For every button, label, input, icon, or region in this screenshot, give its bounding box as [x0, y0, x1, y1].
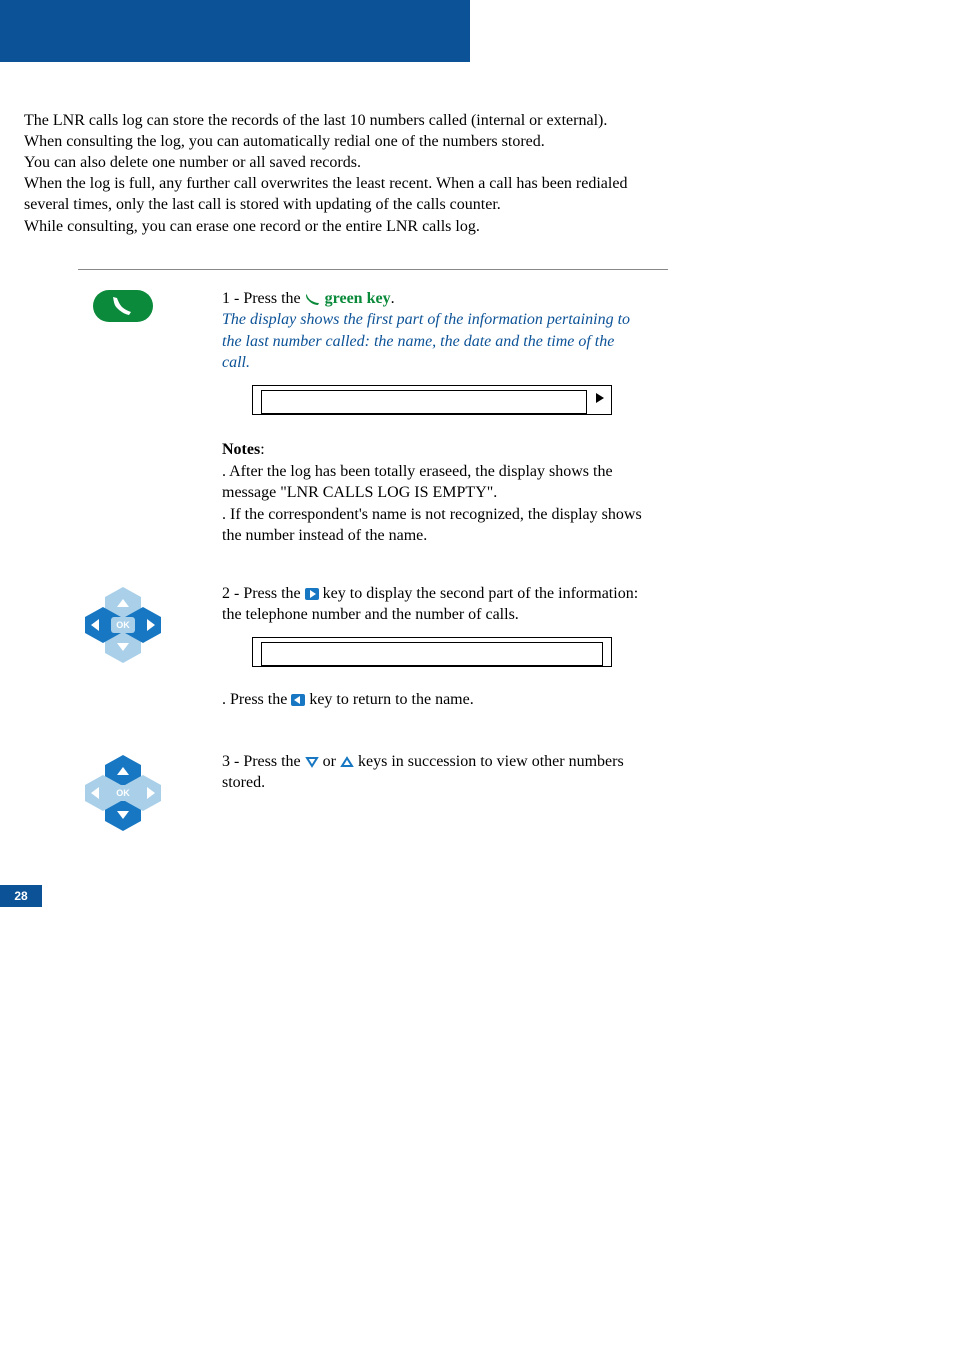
step1-instruction: 1 - Press the green key. — [222, 288, 642, 309]
lcd-display-inner — [261, 642, 603, 666]
step2-instruction: 2 - Press the key to display the second … — [222, 583, 642, 626]
phone-handset-icon — [305, 293, 321, 305]
navigator-pad-icon: OK — [83, 753, 163, 833]
step1-description: The display shows the first part of the … — [222, 309, 642, 373]
green-phone-key-icon — [93, 290, 153, 322]
page-number-badge: 28 — [0, 885, 42, 907]
lcd-display-inner — [261, 390, 587, 414]
intro-line: When the log is full, any further call o… — [24, 173, 664, 215]
intro-line: You can also delete one number or all sa… — [24, 152, 664, 173]
nav-right-arrow-icon — [305, 588, 319, 600]
nav-down-arrow-icon — [305, 756, 319, 768]
page-header-bar — [0, 0, 470, 62]
notes-heading: Notes: — [222, 439, 642, 460]
lcd-display-frame — [252, 637, 612, 667]
navigator-pad-icon: OK — [83, 585, 163, 665]
nav-ok-label: OK — [116, 620, 130, 630]
notes-line: . If the correspondent's name is not rec… — [222, 504, 642, 547]
intro-line: When consulting the log, you can automat… — [24, 131, 664, 152]
svg-text:OK: OK — [116, 788, 130, 798]
intro-line: The LNR calls log can store the records … — [24, 110, 664, 131]
notes-line: . After the log has been totally eraseed… — [222, 461, 642, 504]
section-separator — [78, 269, 668, 270]
right-arrow-icon — [595, 392, 605, 404]
intro-line: While consulting, you can erase one reco… — [24, 216, 664, 237]
lcd-display-frame — [252, 385, 612, 415]
nav-left-arrow-icon — [291, 694, 305, 706]
nav-up-arrow-icon — [340, 756, 354, 768]
step2-return-line: . Press the key to return to the name. — [222, 689, 642, 710]
step3-instruction: 3 - Press the or keys in succession to v… — [222, 751, 642, 794]
intro-paragraph: The LNR calls log can store the records … — [24, 110, 664, 237]
